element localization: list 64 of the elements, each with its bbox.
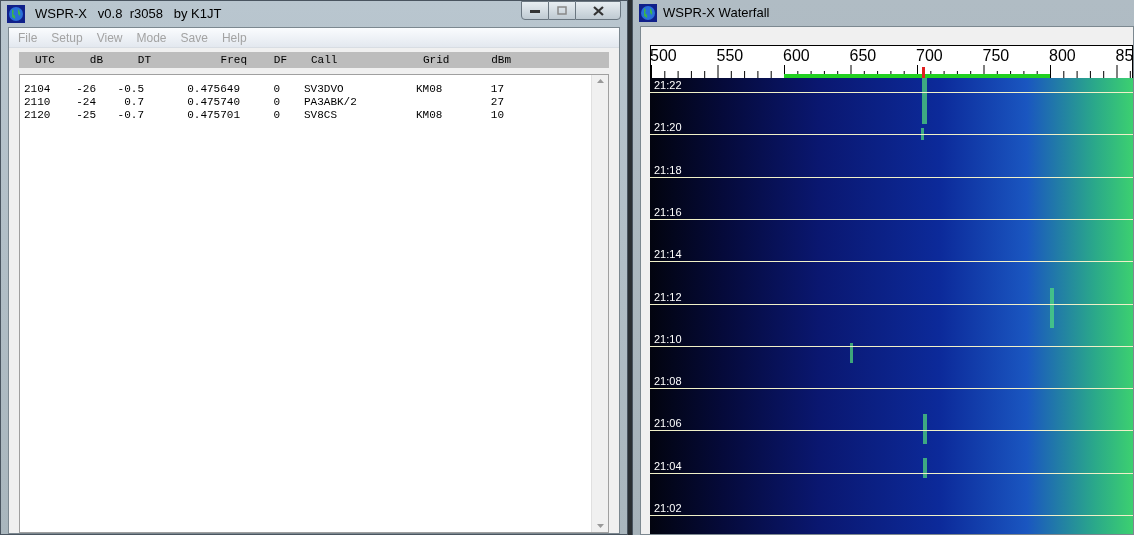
time-label: 21:10	[654, 332, 682, 345]
globe-icon	[7, 5, 25, 23]
table-cell-text: SV3DVO	[304, 82, 344, 97]
scale-label: 600	[783, 47, 810, 65]
table-cell-text: 0	[273, 108, 280, 123]
maximize-icon	[557, 6, 567, 15]
time-label: 21:04	[654, 459, 682, 472]
scale-label: 550	[716, 47, 744, 65]
time-label: 21:12	[654, 290, 682, 303]
table-cell-text: -0.5	[117, 82, 144, 97]
table-cell-text: 17	[490, 82, 504, 97]
time-label: 21:16	[654, 205, 682, 218]
scrollbar[interactable]	[591, 75, 608, 532]
table-cell-text: -0.7	[117, 108, 144, 123]
frequency-marker[interactable]	[922, 67, 926, 79]
minimize-button[interactable]	[521, 1, 549, 20]
table-cell-text: 0.475701	[187, 108, 240, 123]
table-cell-text: -24	[76, 95, 96, 110]
table-cell-text: SV8CS	[304, 108, 337, 123]
column-header: Grid	[423, 53, 450, 68]
table-cell-text: 0	[273, 95, 280, 110]
minimize-icon	[530, 8, 540, 13]
table-cell-text: 0.7	[124, 95, 144, 110]
column-header: Call	[311, 53, 338, 68]
table-cell-text: 10	[490, 108, 504, 123]
table-cell-text: 2120	[24, 108, 51, 123]
globe-icon	[639, 4, 657, 22]
scale-label: 85	[1115, 47, 1134, 65]
column-header: dB	[89, 53, 103, 68]
table-cell-text: 2110	[24, 95, 51, 110]
table-cell-text: KM08	[416, 108, 443, 123]
table-cell-text: 27	[490, 95, 504, 110]
column-header: dBm	[491, 53, 511, 68]
time-label: 21:08	[654, 375, 682, 388]
table-cell-text: 0	[273, 82, 280, 97]
column-header: UTC	[34, 53, 55, 68]
scale-label: 800	[1049, 47, 1076, 65]
down-arrow-icon	[596, 524, 604, 528]
scale-label: 500	[650, 47, 677, 65]
time-label: 21:14	[654, 248, 682, 261]
table-cell-text: -26	[76, 82, 96, 97]
table-cell-text: 0.475649	[187, 82, 240, 97]
scale-label: 700	[916, 47, 943, 65]
scale-label: 750	[982, 47, 1010, 65]
window-title: WSPR-X v0.8 r3058 by K1JT	[35, 5, 222, 24]
time-label: 21:02	[654, 502, 682, 514]
column-header: DT	[137, 53, 151, 68]
scale-label: 650	[849, 47, 877, 65]
maximize-button[interactable]	[549, 1, 575, 20]
close-icon	[592, 5, 604, 16]
close-button[interactable]	[575, 1, 621, 20]
time-label: 21:22	[654, 79, 682, 91]
up-arrow-icon	[596, 79, 604, 83]
window-title: WSPR-X Waterfall	[663, 4, 770, 23]
column-header: Freq	[220, 53, 247, 68]
time-label: 21:06	[654, 417, 682, 430]
table-cell-text: 0.475740	[187, 95, 240, 110]
table-cell-text: PA3ABK/2	[304, 95, 357, 110]
time-label: 21:18	[654, 163, 682, 176]
table-cell-text: KM08	[416, 82, 443, 97]
table-cell-text: 2104	[24, 82, 51, 97]
time-label: 21:20	[654, 121, 682, 134]
table-cell-text: -25	[76, 108, 96, 123]
column-header: DF	[273, 53, 287, 68]
